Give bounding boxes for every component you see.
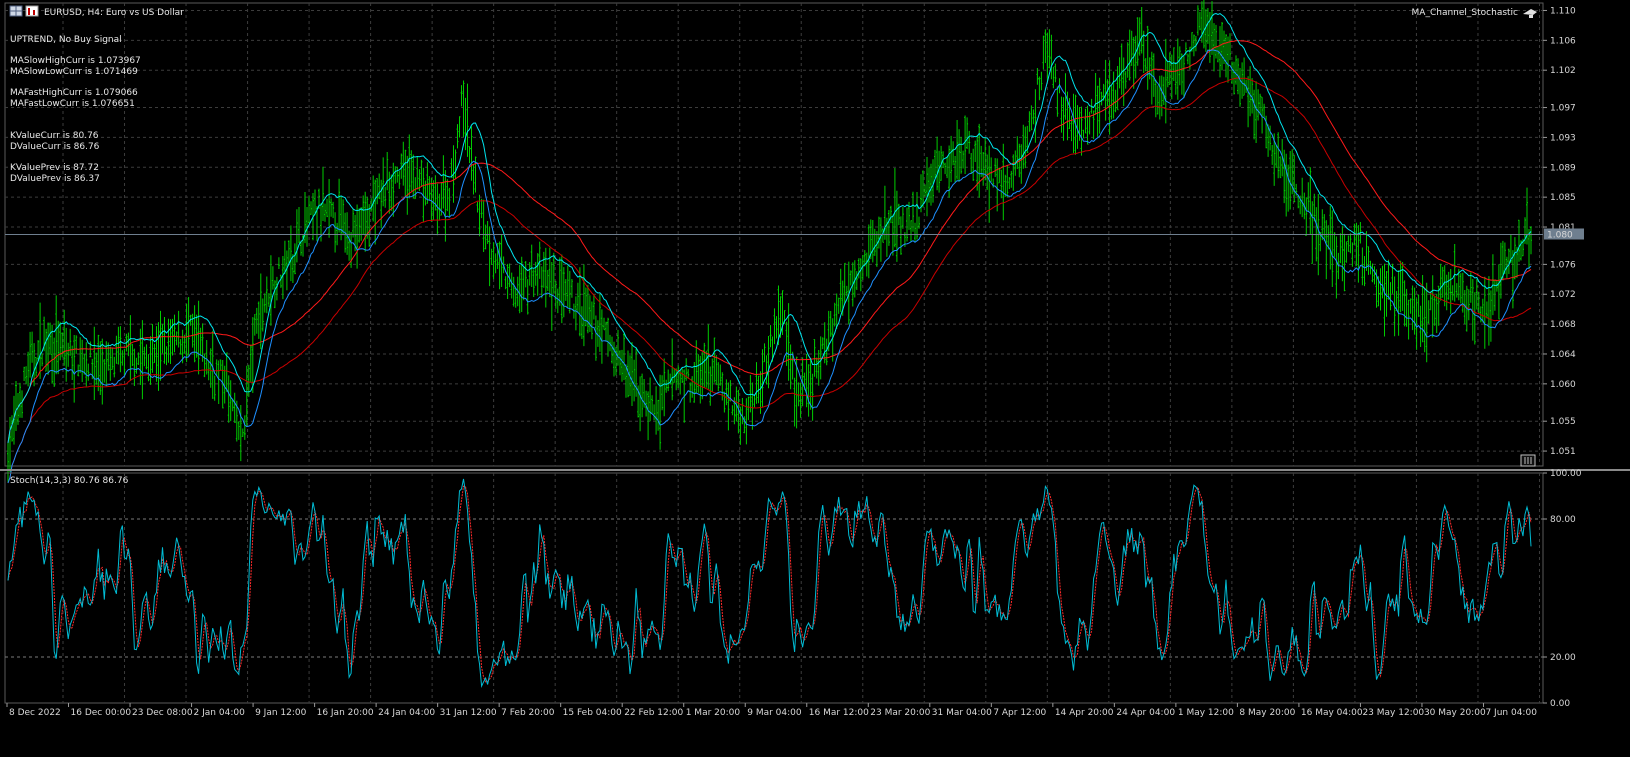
time-tick-label: 16 Mar 12:00 [809,708,869,718]
time-tick-label: 24 Apr 04:00 [1116,708,1175,718]
ea-name: MA_Channel_Stochastic [1412,8,1519,18]
time-tick-label: 16 Dec 00:00 [71,708,132,718]
symbol-label: EURUSD, H4: Euro vs US Dollar [44,8,184,18]
time-tick-label: 16 Jan 20:00 [317,708,374,718]
price-tick-label: 1.106 [1550,36,1576,46]
time-tick-label: 30 May 20:00 [1424,708,1486,718]
price-tick-label: 1.089 [1550,163,1576,173]
k-value-prev: KValuePrev is 87.72 [10,163,99,173]
time-tick-label: 22 Feb 12:00 [624,708,683,718]
d-value-prev: DValuePrev is 86.37 [10,174,100,184]
ma-slow-low: MASlowLowCurr is 1.071469 [10,67,138,77]
ma-slow-high: MASlowHighCurr is 1.073967 [10,56,141,66]
ma-fast-low: MAFastLowCurr is 1.076651 [10,99,135,109]
time-tick-label: 7 Feb 20:00 [501,708,555,718]
price-tick-label: 1.064 [1550,350,1576,360]
time-tick-label: 7 Jun 04:00 [1485,708,1537,718]
time-tick-label: 8 May 20:00 [1239,708,1295,718]
current-price-label: 1.080 [1547,231,1573,241]
price-tick-label: 1.068 [1550,320,1576,330]
price-tick-label: 1.110 [1550,6,1576,16]
panel-scroll-icon[interactable] [1520,454,1536,467]
chart-grid-icon[interactable] [9,5,23,17]
price-tick-label: 1.076 [1550,260,1576,270]
time-tick-label: 9 Mar 04:00 [747,708,802,718]
time-tick-label: 16 May 04:00 [1301,708,1363,718]
chart-header: EURUSD, H4: Euro vs US Dollar [9,5,184,18]
time-tick-label: 7 Apr 12:00 [993,708,1046,718]
current-price-tag: 1.080 [1544,228,1584,241]
price-tick-label: 1.051 [1550,447,1576,457]
price-tick-label: 1.102 [1550,66,1576,76]
time-tick-label: 2 Jan 04:00 [194,708,246,718]
signal-text: UPTREND, No Buy Signal [10,35,122,45]
stochastic-tick-label: 20.00 [1550,653,1576,663]
time-tick-label: 1 May 12:00 [1178,708,1234,718]
d-value-curr: DValueCurr is 86.76 [10,142,100,152]
time-tick-label: 14 Apr 20:00 [1055,708,1114,718]
time-tick-label: 31 Mar 04:00 [932,708,992,718]
price-tick-label: 1.060 [1550,380,1576,390]
time-tick-label: 23 May 12:00 [1362,708,1424,718]
time-tick-label: 15 Feb 04:00 [563,708,622,718]
price-tick-label: 1.072 [1550,290,1576,300]
time-tick-label: 8 Dec 2022 [9,708,61,718]
time-tick-label: 23 Dec 08:00 [132,708,193,718]
stochastic-tick-label: 80.00 [1550,515,1576,525]
mt-chart-window[interactable]: EURUSD, H4: Euro vs US Dollar UPTREND, N… [0,0,1630,757]
time-tick-label: 24 Jan 04:00 [378,708,435,718]
price-tick-label: 1.097 [1550,104,1576,114]
chart-type-icon[interactable] [25,5,39,17]
k-value-curr: KValueCurr is 80.76 [10,131,99,141]
stochastic-label: Stoch(14,3,3) 80.76 86.76 [10,476,129,486]
time-tick-label: 23 Mar 20:00 [870,708,930,718]
price-tick-label: 1.085 [1550,193,1576,203]
time-tick-label: 31 Jan 12:00 [440,708,497,718]
price-tick-label: 1.055 [1550,417,1576,427]
stochastic-tick-label: 100.00 [1550,469,1582,479]
time-tick-label: 1 Mar 20:00 [686,708,741,718]
stochastic-tick-label: 0.00 [1550,699,1570,709]
price-tick-label: 1.093 [1550,133,1576,143]
ma-fast-high: MAFastHighCurr is 1.079066 [10,88,138,98]
time-tick-label: 9 Jan 12:00 [255,708,307,718]
